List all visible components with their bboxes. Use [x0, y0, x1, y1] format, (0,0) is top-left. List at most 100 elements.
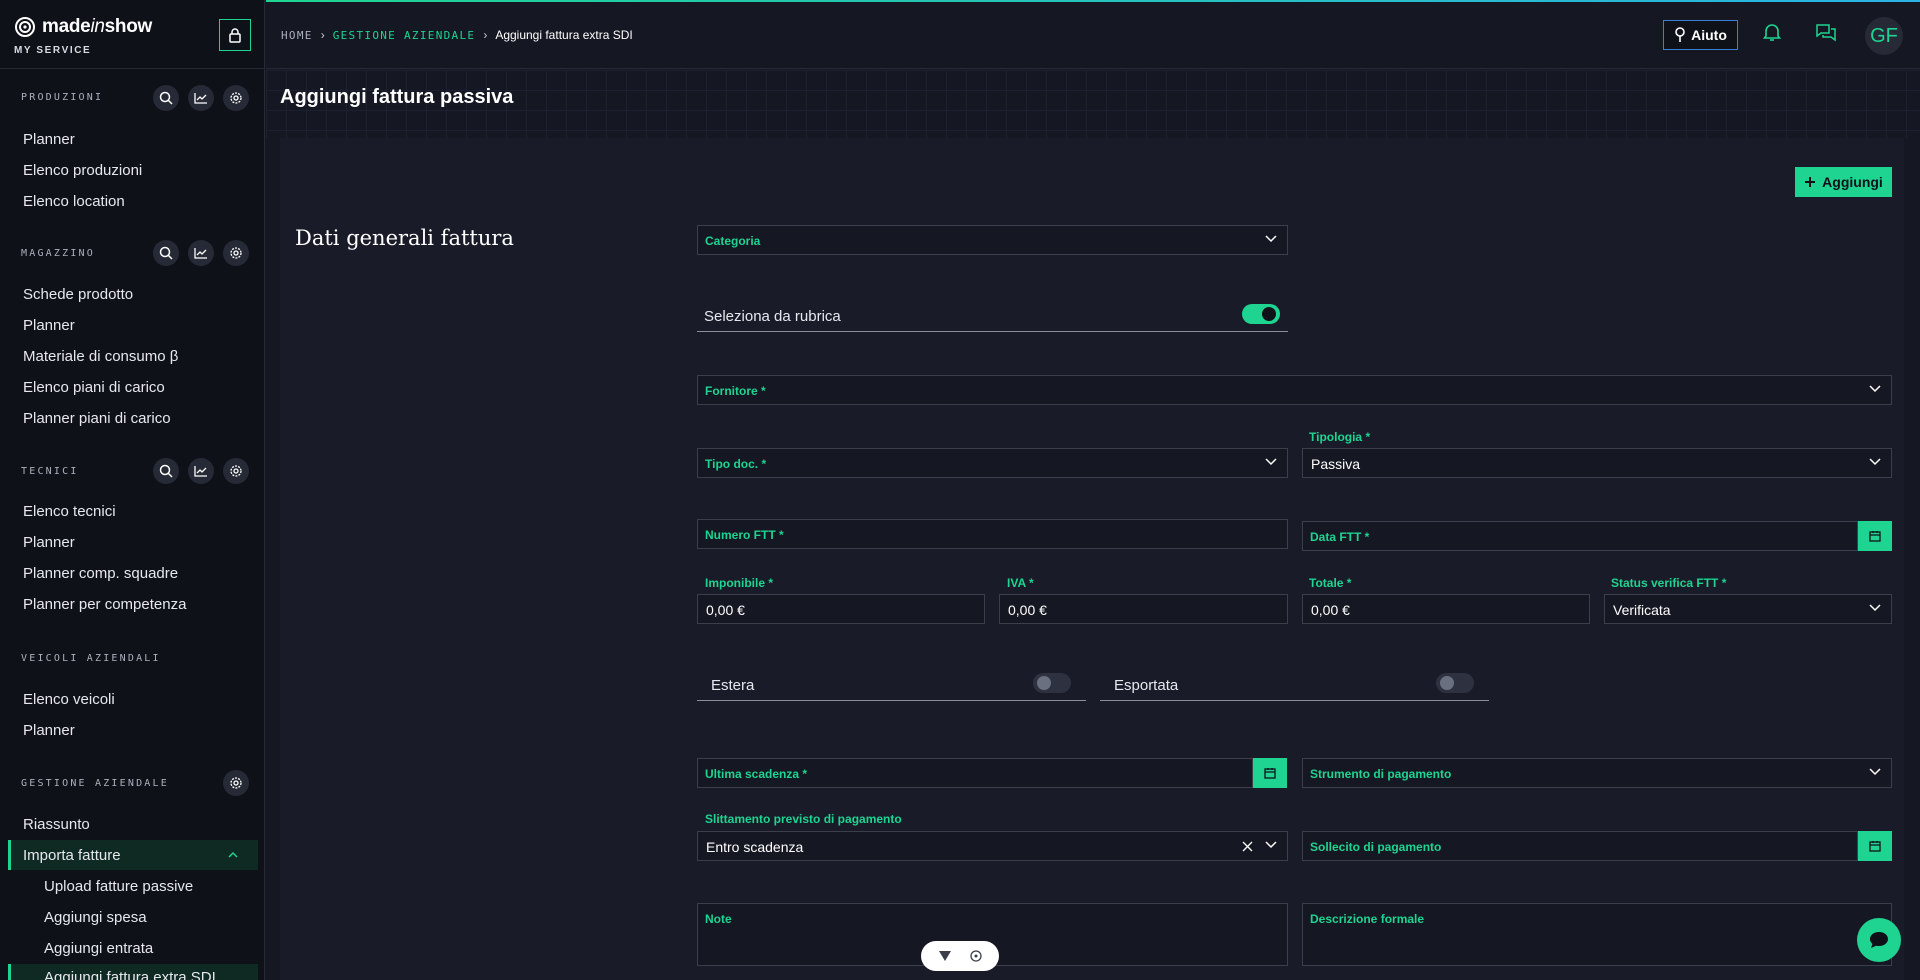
- search-button[interactable]: [153, 458, 179, 484]
- chevron-down-icon: [1265, 841, 1277, 849]
- chevron-up-icon[interactable]: [228, 851, 238, 859]
- sidebar-item-planner-piani-carico[interactable]: Planner piani di carico: [23, 410, 171, 427]
- brand-name: madeinshow: [42, 16, 152, 37]
- iva-input[interactable]: 0,00 €: [999, 594, 1288, 624]
- sollecito-calendar-button[interactable]: [1858, 831, 1892, 861]
- ultima-scadenza-input[interactable]: Ultima scadenza *: [697, 758, 1253, 788]
- sidebar-item-planner[interactable]: Planner: [23, 534, 75, 551]
- fornitore-select[interactable]: Fornitore *: [697, 375, 1892, 405]
- calendar-icon: [1869, 841, 1881, 852]
- settings-button[interactable]: [223, 85, 249, 111]
- section-title-produzioni: PRODUZIONI: [21, 92, 104, 103]
- sidebar-item-upload-fatture[interactable]: Upload fatture passive: [44, 878, 193, 895]
- chat-support-button[interactable]: [1857, 918, 1901, 962]
- rubrica-toggle[interactable]: [1242, 304, 1280, 324]
- tipologia-label: Tipologia *: [1309, 430, 1371, 444]
- ultima-scadenza-label: Ultima scadenza *: [705, 767, 808, 781]
- search-button[interactable]: [153, 85, 179, 111]
- chevron-down-icon: [1869, 458, 1881, 466]
- sidebar-item-elenco-veicoli[interactable]: Elenco veicoli: [23, 691, 115, 708]
- imponibile-label: Imponibile *: [705, 576, 774, 590]
- descrizione-formale-textarea[interactable]: Descrizione formale: [1302, 903, 1892, 966]
- sidebar-item-elenco-tecnici[interactable]: Elenco tecnici: [23, 503, 116, 520]
- categoria-select[interactable]: Categoria: [697, 225, 1288, 255]
- slittamento-select[interactable]: Entro scadenza: [697, 831, 1288, 861]
- sidebar-item-riassunto[interactable]: Riassunto: [23, 816, 90, 833]
- chat-icon[interactable]: [1815, 22, 1837, 42]
- tipologia-value: Passiva: [1311, 456, 1361, 472]
- sollecito-pagamento-label: Sollecito di pagamento: [1310, 840, 1442, 854]
- page-title: Aggiungi fattura passiva: [280, 86, 514, 108]
- estera-toggle[interactable]: [1033, 673, 1071, 693]
- section-actions-magazzino: [153, 240, 249, 266]
- section-title: Dati generali fattura: [295, 226, 514, 250]
- esportata-label: Esportata: [1114, 677, 1179, 694]
- tipo-doc-select[interactable]: Tipo doc. *: [697, 448, 1288, 478]
- rubrica-label: Seleziona da rubrica: [704, 308, 841, 325]
- breadcrumb-home[interactable]: HOME: [281, 29, 313, 42]
- logo-icon: [15, 17, 35, 37]
- add-button[interactable]: Aggiungi: [1795, 167, 1892, 197]
- sidebar-item-planner-competenza[interactable]: Planner per competenza: [23, 596, 186, 613]
- settings-button[interactable]: [223, 240, 249, 266]
- toggle-knob: [1262, 307, 1276, 321]
- search-icon: [159, 91, 173, 105]
- chart-icon: [194, 93, 207, 104]
- sidebar-item-planner[interactable]: Planner: [23, 722, 75, 739]
- status-verifica-value: Verificata: [1613, 602, 1671, 618]
- lock-sidebar-button[interactable]: [219, 19, 251, 51]
- sidebar-item-importa-fatture[interactable]: Importa fatture: [23, 847, 121, 864]
- data-ftt-input[interactable]: Data FTT *: [1302, 521, 1858, 551]
- totale-value: 0,00 €: [1311, 602, 1350, 618]
- breadcrumb-section[interactable]: GESTIONE AZIENDALE: [333, 29, 476, 42]
- imponibile-input[interactable]: 0,00 €: [697, 594, 985, 624]
- sidebar-item-planner-squadre[interactable]: Planner comp. squadre: [23, 565, 178, 582]
- numero-ftt-label: Numero FTT *: [705, 528, 784, 542]
- chevron-down-icon: [1869, 385, 1881, 393]
- help-button[interactable]: Aiuto: [1663, 20, 1738, 50]
- sidebar-divider: [0, 68, 264, 69]
- sidebar-item-aggiungi-fattura-extra-sdi[interactable]: Aggiungi fattura extra SDI: [44, 969, 216, 980]
- help-label: Aiuto: [1691, 27, 1727, 43]
- totale-input[interactable]: 0,00 €: [1302, 594, 1590, 624]
- add-button-label: Aggiungi: [1822, 174, 1883, 190]
- sidebar-item-planner[interactable]: Planner: [23, 131, 75, 148]
- sidebar-item-elenco-produzioni[interactable]: Elenco produzioni: [23, 162, 142, 179]
- cursor-icon[interactable]: [938, 950, 952, 962]
- bell-icon[interactable]: [1763, 22, 1781, 42]
- tipologia-select[interactable]: Passiva: [1302, 448, 1892, 478]
- status-verifica-select[interactable]: Verificata: [1604, 594, 1892, 624]
- sollecito-pagamento-input[interactable]: Sollecito di pagamento: [1302, 831, 1858, 861]
- stats-button[interactable]: [188, 85, 214, 111]
- section-title-gestione: GESTIONE AZIENDALE: [21, 778, 169, 789]
- stats-button[interactable]: [188, 458, 214, 484]
- brand-logo[interactable]: madeinshow MY SERVICE: [14, 16, 152, 56]
- search-button[interactable]: [153, 240, 179, 266]
- descrizione-formale-label: Descrizione formale: [1310, 912, 1425, 926]
- section-title-veicoli: VEICOLI AZIENDALI: [21, 653, 161, 664]
- sidebar-item-aggiungi-spesa[interactable]: Aggiungi spesa: [44, 909, 147, 926]
- clear-icon[interactable]: [1242, 841, 1253, 852]
- sidebar-item-elenco-location[interactable]: Elenco location: [23, 193, 125, 210]
- sidebar-item-planner[interactable]: Planner: [23, 317, 75, 334]
- data-ftt-calendar-button[interactable]: [1858, 521, 1892, 551]
- sidebar-item-materiale-consumo[interactable]: Materiale di consumo β: [23, 348, 178, 365]
- slittamento-value: Entro scadenza: [706, 839, 804, 855]
- sidebar-item-aggiungi-entrata[interactable]: Aggiungi entrata: [44, 940, 153, 957]
- ultima-scadenza-calendar-button[interactable]: [1253, 758, 1287, 788]
- settings-button[interactable]: [223, 458, 249, 484]
- strumento-pagamento-select[interactable]: Strumento di pagamento: [1302, 758, 1892, 788]
- esportata-toggle[interactable]: [1436, 673, 1474, 693]
- target-icon[interactable]: [969, 949, 983, 963]
- settings-button[interactable]: [223, 770, 249, 796]
- stats-button[interactable]: [188, 240, 214, 266]
- sidebar-item-elenco-piani-carico[interactable]: Elenco piani di carico: [23, 379, 165, 396]
- page-header-band: [266, 70, 1920, 138]
- plus-icon: [1805, 177, 1816, 187]
- numero-ftt-input[interactable]: Numero FTT *: [697, 519, 1288, 549]
- avatar[interactable]: GF: [1865, 17, 1903, 55]
- chat-bubble-icon: [1870, 932, 1888, 948]
- sidebar-item-schede-prodotto[interactable]: Schede prodotto: [23, 286, 133, 303]
- breadcrumb: HOME › GESTIONE AZIENDALE › Aggiungi fat…: [281, 28, 633, 42]
- floating-toolbar: [921, 941, 999, 971]
